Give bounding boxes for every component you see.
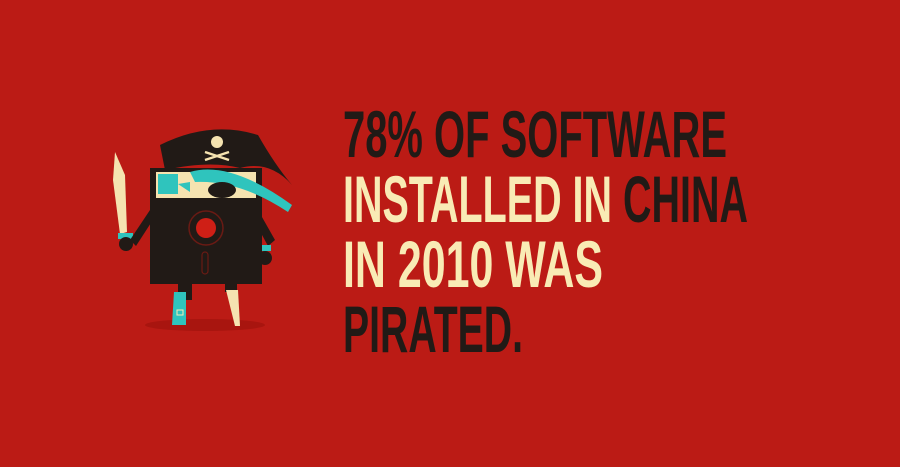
headline-line-2-china: CHINA xyxy=(623,162,748,236)
headline-line-4: PIRATED. xyxy=(343,292,523,366)
headline: 78% OF SOFTWARE INSTALLED IN CHINA IN 20… xyxy=(343,97,748,366)
headline-line-3: IN 2010 WAS xyxy=(343,227,603,301)
headline-line-1: 78% OF SOFTWARE xyxy=(343,97,727,171)
headline-line-2-installed: INSTALLED IN xyxy=(343,162,623,236)
headline-line-2: INSTALLED IN CHINA xyxy=(343,162,748,236)
